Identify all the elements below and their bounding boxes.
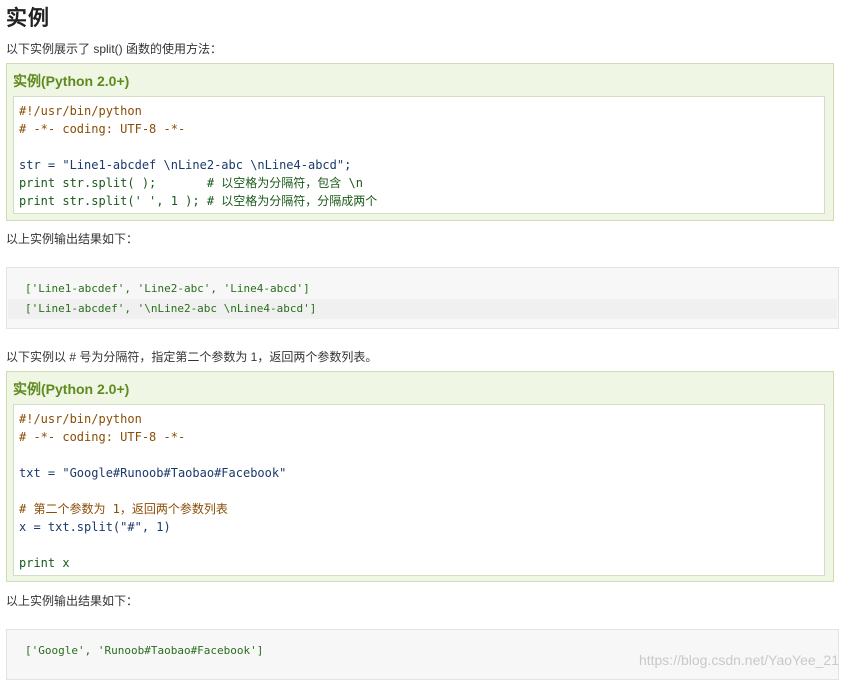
code-line: str = "Line1-abcdef \nLine2-abc \nLine4-…	[19, 156, 819, 174]
output-line: ['Line1-abcdef', 'Line2-abc', 'Line4-abc…	[25, 282, 310, 295]
code-line: #!/usr/bin/python	[19, 102, 819, 120]
code-line: print x	[19, 554, 819, 572]
result-intro-2: 以上实例输出结果如下：	[6, 594, 139, 608]
code-line-text: # -*- coding: UTF-8 -*-	[19, 122, 186, 136]
code-line: txt = "Google#Runoob#Taobao#Facebook"	[19, 464, 819, 482]
page-title: 实例	[6, 7, 50, 30]
code-line-text: # 第二个参数为 1，返回两个参数列表	[19, 502, 228, 516]
code-line: x = txt.split("#", 1)	[19, 518, 819, 536]
code-line-text: print x	[19, 556, 70, 570]
example-title-2: 实例(Python 2.0+)	[13, 381, 130, 397]
code-line: # -*- coding: UTF-8 -*-	[19, 120, 819, 138]
intro-text-2: 以下实例以 # 号为分隔符，指定第二个参数为 1，返回两个参数列表。	[6, 350, 378, 364]
code-line-text: print str.split( ); # 以空格为分隔符，包含 \n	[19, 176, 363, 190]
code-block-1[interactable]: #!/usr/bin/python # -*- coding: UTF-8 -*…	[13, 96, 825, 214]
code-line-text: #!/usr/bin/python	[19, 412, 142, 426]
code-line-text: print str.split(' ', 1 ); # 以空格为分隔符，分隔成两…	[19, 194, 378, 208]
code-line: # -*- coding: UTF-8 -*-	[19, 428, 819, 446]
output-box-1[interactable]: ['Line1-abcdef', 'Line2-abc', 'Line4-abc…	[6, 267, 839, 329]
code-line: # 第二个参数为 1，返回两个参数列表	[19, 500, 819, 518]
code-line: #!/usr/bin/python	[19, 410, 819, 428]
intro-text-1: 以下实例展示了 split() 函数的使用方法：	[6, 42, 223, 56]
example-box-1: 实例(Python 2.0+) #!/usr/bin/python # -*- …	[6, 63, 834, 221]
watermark: https://blog.csdn.net/YaoYee_21	[638, 652, 839, 668]
code-line-text: str = "Line1-abcdef \nLine2-abc \nLine4-…	[19, 158, 352, 172]
code-line: print str.split(' ', 1 ); # 以空格为分隔符，分隔成两…	[19, 192, 819, 210]
example-box-2: 实例(Python 2.0+) #!/usr/bin/python # -*- …	[6, 371, 834, 582]
code-line: print str.split( ); # 以空格为分隔符，包含 \n	[19, 174, 819, 192]
code-line-text: txt = "Google#Runoob#Taobao#Facebook"	[19, 466, 287, 480]
code-block-2[interactable]: #!/usr/bin/python # -*- coding: UTF-8 -*…	[13, 404, 825, 576]
output-line: ['Google', 'Runoob#Taobao#Facebook']	[25, 644, 264, 657]
result-intro-1: 以上实例输出结果如下：	[6, 232, 139, 246]
code-line-text: # -*- coding: UTF-8 -*-	[19, 430, 186, 444]
example-title-1: 实例(Python 2.0+)	[13, 73, 130, 89]
code-line-text: x = txt.split("#", 1)	[19, 520, 171, 534]
code-line-text: #!/usr/bin/python	[19, 104, 142, 118]
output-line: ['Line1-abcdef', '\nLine2-abc \nLine4-ab…	[8, 299, 837, 319]
